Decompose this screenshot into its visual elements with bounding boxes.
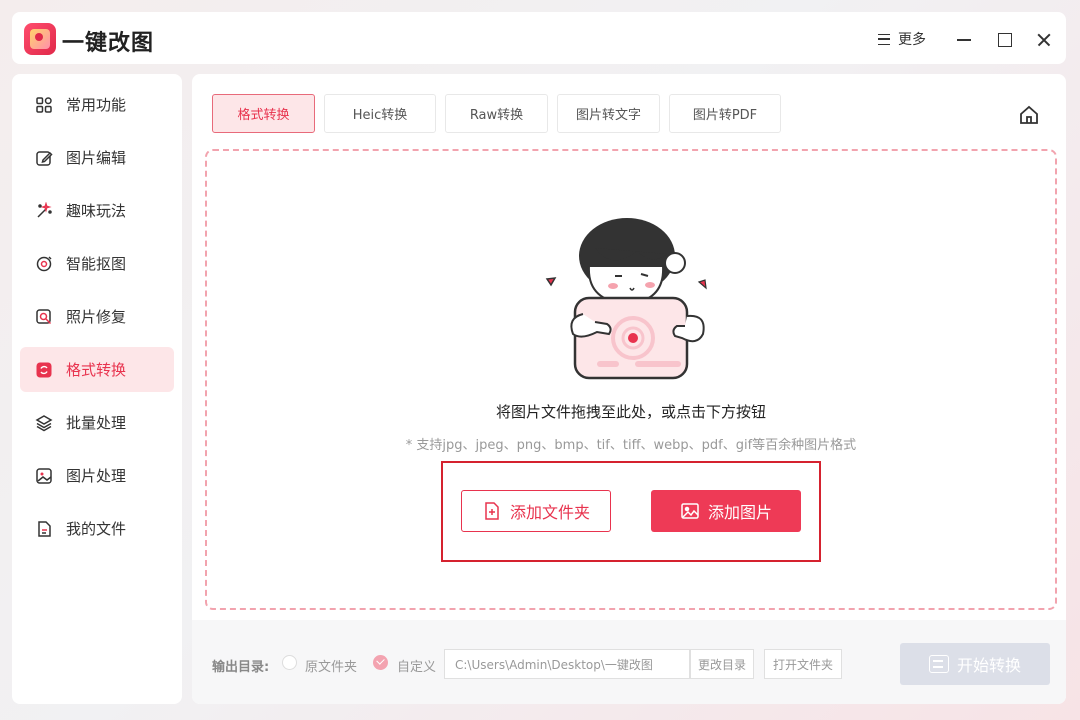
app-logo-icon: [24, 23, 56, 55]
supported-formats-text: * 支持jpg、jpeg、png、bmp、tif、tiff、webp、pdf、g…: [405, 438, 857, 453]
sidebar: 常用功能 图片编辑 趣味玩法 智能抠图 照片修复 格式转换 批量处理 图片处理 …: [12, 74, 182, 704]
sidebar-item-label: 智能抠图: [66, 255, 127, 273]
layers-icon: [35, 414, 53, 432]
output-bar: 输出目录: 原文件夹 自定义 更改目录 打开文件夹 开始转换: [192, 620, 1066, 704]
more-label: 更多: [898, 32, 926, 48]
tab-heic-convert[interactable]: Heic转换: [324, 94, 436, 133]
sidebar-item-photo-repair[interactable]: 照片修复: [20, 294, 174, 339]
tab-raw-convert[interactable]: Raw转换: [445, 94, 548, 133]
title-bar: 一键改图 更多: [12, 12, 1066, 64]
radio-custom-folder[interactable]: [373, 655, 388, 670]
radio-custom-label: 自定义: [397, 660, 437, 675]
menu-icon: [878, 33, 890, 45]
add-file-icon: [485, 502, 499, 520]
sidebar-item-label: 图片处理: [66, 467, 127, 485]
change-directory-button[interactable]: 更改目录: [690, 649, 754, 679]
sidebar-item-smart-cutout[interactable]: 智能抠图: [20, 241, 174, 286]
app-window: 一键改图 更多 常用功能 图片编辑 趣味玩法 智能抠图 照片修复 格式转换 批量…: [0, 0, 1080, 720]
maximize-button[interactable]: [992, 28, 1016, 52]
convert-icon: [35, 361, 53, 379]
start-convert-label: 开始转换: [956, 656, 1021, 675]
add-image-label: 添加图片: [707, 503, 772, 522]
sidebar-item-label: 常用功能: [66, 96, 127, 114]
sidebar-item-my-files[interactable]: 我的文件: [20, 506, 174, 551]
radio-original-label: 原文件夹: [305, 660, 358, 675]
sidebar-item-image-process[interactable]: 图片处理: [20, 453, 174, 498]
drop-zone[interactable]: 将图片文件拖拽至此处，或点击下方按钮 * 支持jpg、jpeg、png、bmp、…: [205, 149, 1057, 610]
sidebar-item-label: 照片修复: [66, 308, 127, 326]
file-icon: [35, 520, 53, 538]
radio-original-folder[interactable]: [282, 655, 297, 670]
main-panel: 格式转换 Heic转换 Raw转换 图片转文字 图片转PDF 将图片文件拖拽至此…: [192, 74, 1066, 704]
add-image-button[interactable]: 添加图片: [651, 490, 801, 532]
add-folder-label: 添加文件夹: [509, 503, 590, 522]
picture-icon: [681, 503, 699, 519]
minimize-button[interactable]: [952, 28, 976, 52]
sidebar-item-fun[interactable]: 趣味玩法: [20, 188, 174, 233]
app-title: 一键改图: [62, 31, 155, 56]
open-folder-button[interactable]: 打开文件夹: [764, 649, 842, 679]
sidebar-item-label: 批量处理: [66, 414, 127, 432]
sidebar-item-batch[interactable]: 批量处理: [20, 400, 174, 445]
output-path-input[interactable]: [444, 649, 690, 679]
sidebar-item-image-edit[interactable]: 图片编辑: [20, 135, 174, 180]
grid-icon: [35, 96, 53, 114]
sidebar-item-format-convert[interactable]: 格式转换: [20, 347, 174, 392]
edit-icon: [35, 149, 53, 167]
tab-bar: 格式转换 Heic转换 Raw转换 图片转文字 图片转PDF: [212, 94, 790, 133]
photo-repair-icon: [35, 308, 53, 326]
sidebar-item-common[interactable]: 常用功能: [20, 82, 174, 127]
tab-format-convert[interactable]: 格式转换: [212, 94, 315, 133]
drop-instruction: 将图片文件拖拽至此处，或点击下方按钮: [495, 403, 766, 421]
tab-image-to-pdf[interactable]: 图片转PDF: [669, 94, 781, 133]
convert-arrows-icon: [928, 655, 949, 673]
start-convert-button[interactable]: 开始转换: [900, 643, 1050, 685]
sidebar-item-label: 格式转换: [66, 361, 127, 379]
sidebar-item-label: 趣味玩法: [66, 202, 127, 220]
close-button[interactable]: [1032, 28, 1056, 52]
home-icon[interactable]: [1018, 104, 1040, 126]
target-icon: [35, 255, 53, 273]
image-icon: [35, 467, 53, 485]
magic-wand-icon: [35, 201, 53, 220]
sidebar-item-label: 图片编辑: [66, 149, 127, 167]
sidebar-item-label: 我的文件: [66, 520, 127, 538]
tab-image-to-text[interactable]: 图片转文字: [557, 94, 660, 133]
output-dir-label: 输出目录:: [212, 660, 270, 675]
add-folder-button[interactable]: 添加文件夹: [461, 490, 611, 532]
upload-illustration: [537, 206, 717, 396]
more-menu-button[interactable]: 更多: [878, 29, 926, 49]
